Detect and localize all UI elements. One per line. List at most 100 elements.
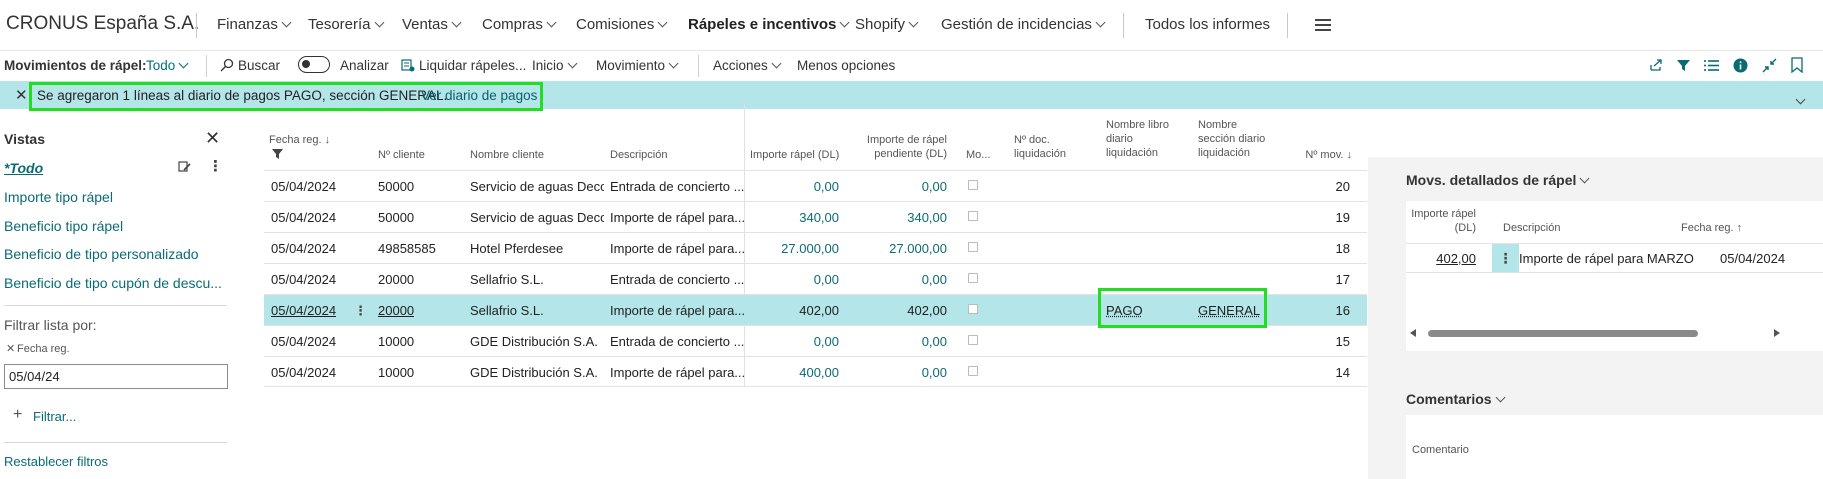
cell-customer-name[interactable]: GDE Distribución S.A. (470, 365, 604, 380)
cell-entry-no[interactable]: 15 (1304, 334, 1350, 349)
col-customer-no[interactable]: Nº cliente (378, 148, 425, 162)
cell-customer-name[interactable]: Servicio de aguas Deco (470, 210, 604, 225)
table-row[interactable]: 05/04/2024 49858585 Hotel Pferdesee Impo… (264, 232, 1367, 263)
add-filter-button[interactable]: Filtrar... (33, 409, 76, 424)
cell-customer-no[interactable]: 49858585 (378, 241, 436, 256)
scrollbar-thumb[interactable] (1428, 330, 1698, 337)
cell-amount[interactable]: 402,00 (1406, 251, 1476, 266)
col-date[interactable]: Fecha reg. ↑ (1681, 221, 1742, 235)
cell-entry-no[interactable]: 19 (1304, 210, 1350, 225)
cell-entry-no[interactable]: 14 (1304, 365, 1350, 380)
checkbox[interactable] (968, 180, 978, 190)
cell-amount[interactable]: 0,00 (750, 334, 839, 349)
col-mov[interactable]: Mo... (966, 148, 990, 162)
close-icon[interactable]: ✕ (205, 128, 220, 149)
analyze-toggle[interactable] (298, 56, 330, 73)
cell-amount[interactable]: 340,00 (750, 210, 839, 225)
collapse-icon[interactable] (1762, 58, 1777, 73)
table-row[interactable]: 05/04/2024 10000 GDE Distribución S.A. I… (264, 356, 1367, 387)
cell-description[interactable]: Importe de rápel para... (610, 210, 744, 225)
filter-icon[interactable] (1676, 58, 1691, 73)
edit-view-icon[interactable] (178, 160, 192, 174)
col-remaining[interactable]: Importe de rápel pendiente (DL) (840, 133, 947, 161)
settle-rebates-button[interactable]: Liquidar rápeles... (401, 58, 526, 73)
cell-date[interactable]: 05/04/2024 (271, 241, 336, 256)
col-amount[interactable]: Importe rápel (DL) (750, 148, 839, 162)
col-entry-no[interactable]: Nº mov. ↓ (1280, 148, 1352, 162)
cell-customer-name[interactable]: Servicio de aguas Deco (470, 179, 604, 194)
cell-description[interactable]: Importe de rápel para... (610, 303, 744, 318)
share-icon[interactable] (1649, 58, 1664, 73)
cell-date[interactable]: 05/04/2024 (271, 365, 336, 380)
view-selector[interactable]: Todo (146, 58, 189, 73)
col-description[interactable]: Descripción (1503, 221, 1560, 235)
more-options-icon[interactable]: ⋮ (208, 157, 223, 175)
remove-filter-icon[interactable]: ✕ (6, 342, 15, 355)
nav-compras[interactable]: Compras (482, 16, 557, 33)
cell-customer-name[interactable]: Sellafrio S.L. (470, 272, 604, 287)
fewer-options-button[interactable]: Menos opciones (797, 58, 895, 73)
col-amount[interactable]: Importe rápel (DL) (1406, 207, 1476, 235)
cell-remaining[interactable]: 0,00 (844, 334, 947, 349)
cell-remaining[interactable]: 27.000,00 (844, 241, 947, 256)
view-item-rebate-amount[interactable]: Importe tipo rápel (4, 189, 113, 205)
bookmark-icon[interactable] (1791, 57, 1803, 73)
cell-date[interactable]: 05/04/2024 (271, 334, 336, 349)
cell-customer-no[interactable]: 10000 (378, 334, 414, 349)
close-icon[interactable]: ✕ (15, 86, 28, 104)
search-button[interactable]: Buscar (220, 58, 280, 73)
cell-date[interactable]: 05/04/2024 (271, 210, 336, 225)
cell-amount[interactable]: 0,00 (750, 179, 839, 194)
cell-remaining[interactable]: 0,00 (844, 365, 947, 380)
table-row[interactable]: 402,00 ⋮ Importe de rápel para MARZO 05/… (1406, 243, 1823, 273)
cell-description[interactable]: Importe de rápel para... (610, 241, 744, 256)
cell-description[interactable]: Importe de rápel para... (610, 365, 744, 380)
col-doc-no[interactable]: Nº doc. liquidación (1014, 133, 1066, 161)
horizontal-scrollbar[interactable] (1410, 328, 1795, 340)
movement-menu[interactable]: Movimiento (596, 58, 679, 73)
cell-date[interactable]: 05/04/2024 (271, 303, 336, 318)
cell-description[interactable]: Importe de rápel para MARZO (1519, 251, 1694, 266)
nav-tesoreria[interactable]: Tesorería (308, 16, 384, 33)
col-date[interactable]: Fecha reg. ↓ (269, 133, 330, 147)
row-actions-icon[interactable]: ⋮ (354, 303, 367, 319)
cell-amount[interactable]: 402,00 (750, 303, 839, 318)
cell-amount[interactable]: 0,00 (750, 272, 839, 287)
cell-remaining[interactable]: 0,00 (844, 179, 947, 194)
cell-customer-no[interactable]: 20000 (378, 303, 414, 318)
view-item-all[interactable]: *Todo (4, 160, 43, 176)
checkbox[interactable] (968, 273, 978, 283)
cell-customer-name[interactable]: GDE Distribución S.A. (470, 334, 604, 349)
cell-date[interactable]: 05/04/2024 (271, 179, 336, 194)
date-filter-input[interactable] (4, 364, 228, 389)
scroll-left-icon[interactable] (1410, 329, 1416, 337)
table-row[interactable]: 05/04/2024 10000 GDE Distribución S.A. E… (264, 325, 1367, 356)
cell-description[interactable]: Entrada de concierto ... (610, 272, 744, 287)
cell-customer-no[interactable]: 50000 (378, 179, 414, 194)
checkbox[interactable] (968, 366, 978, 376)
cell-amount[interactable]: 27.000,00 (750, 241, 839, 256)
checkbox[interactable] (968, 335, 978, 345)
checkbox[interactable] (968, 242, 978, 252)
col-description[interactable]: Descripción (610, 148, 667, 162)
cell-remaining[interactable]: 340,00 (844, 210, 947, 225)
nav-finanzas[interactable]: Finanzas (217, 16, 292, 33)
col-customer-name[interactable]: Nombre cliente (470, 148, 544, 162)
info-icon[interactable] (1733, 58, 1748, 73)
cell-description[interactable]: Entrada de concierto ... (610, 179, 744, 194)
checkbox[interactable] (968, 304, 978, 314)
cell-remaining[interactable]: 0,00 (844, 272, 947, 287)
cell-entry-no[interactable]: 17 (1304, 272, 1350, 287)
checkbox[interactable] (968, 211, 978, 221)
cell-entry-no[interactable]: 16 (1304, 303, 1350, 318)
scroll-right-icon[interactable] (1774, 329, 1780, 337)
cell-date[interactable]: 05/04/2024 (1720, 251, 1785, 266)
row-actions-icon[interactable]: ⋮ (1492, 244, 1519, 272)
cell-customer-name[interactable]: Sellafrio S.L. (470, 303, 604, 318)
reset-filters-button[interactable]: Restablecer filtros (4, 454, 108, 469)
cell-amount[interactable]: 400,00 (750, 365, 839, 380)
cell-customer-no[interactable]: 50000 (378, 210, 414, 225)
nav-comisiones[interactable]: Comisiones (576, 16, 668, 33)
company-name[interactable]: CRONUS España S.A. (6, 13, 199, 35)
view-item-rebate-benefit[interactable]: Beneficio tipo rápel (4, 218, 123, 234)
